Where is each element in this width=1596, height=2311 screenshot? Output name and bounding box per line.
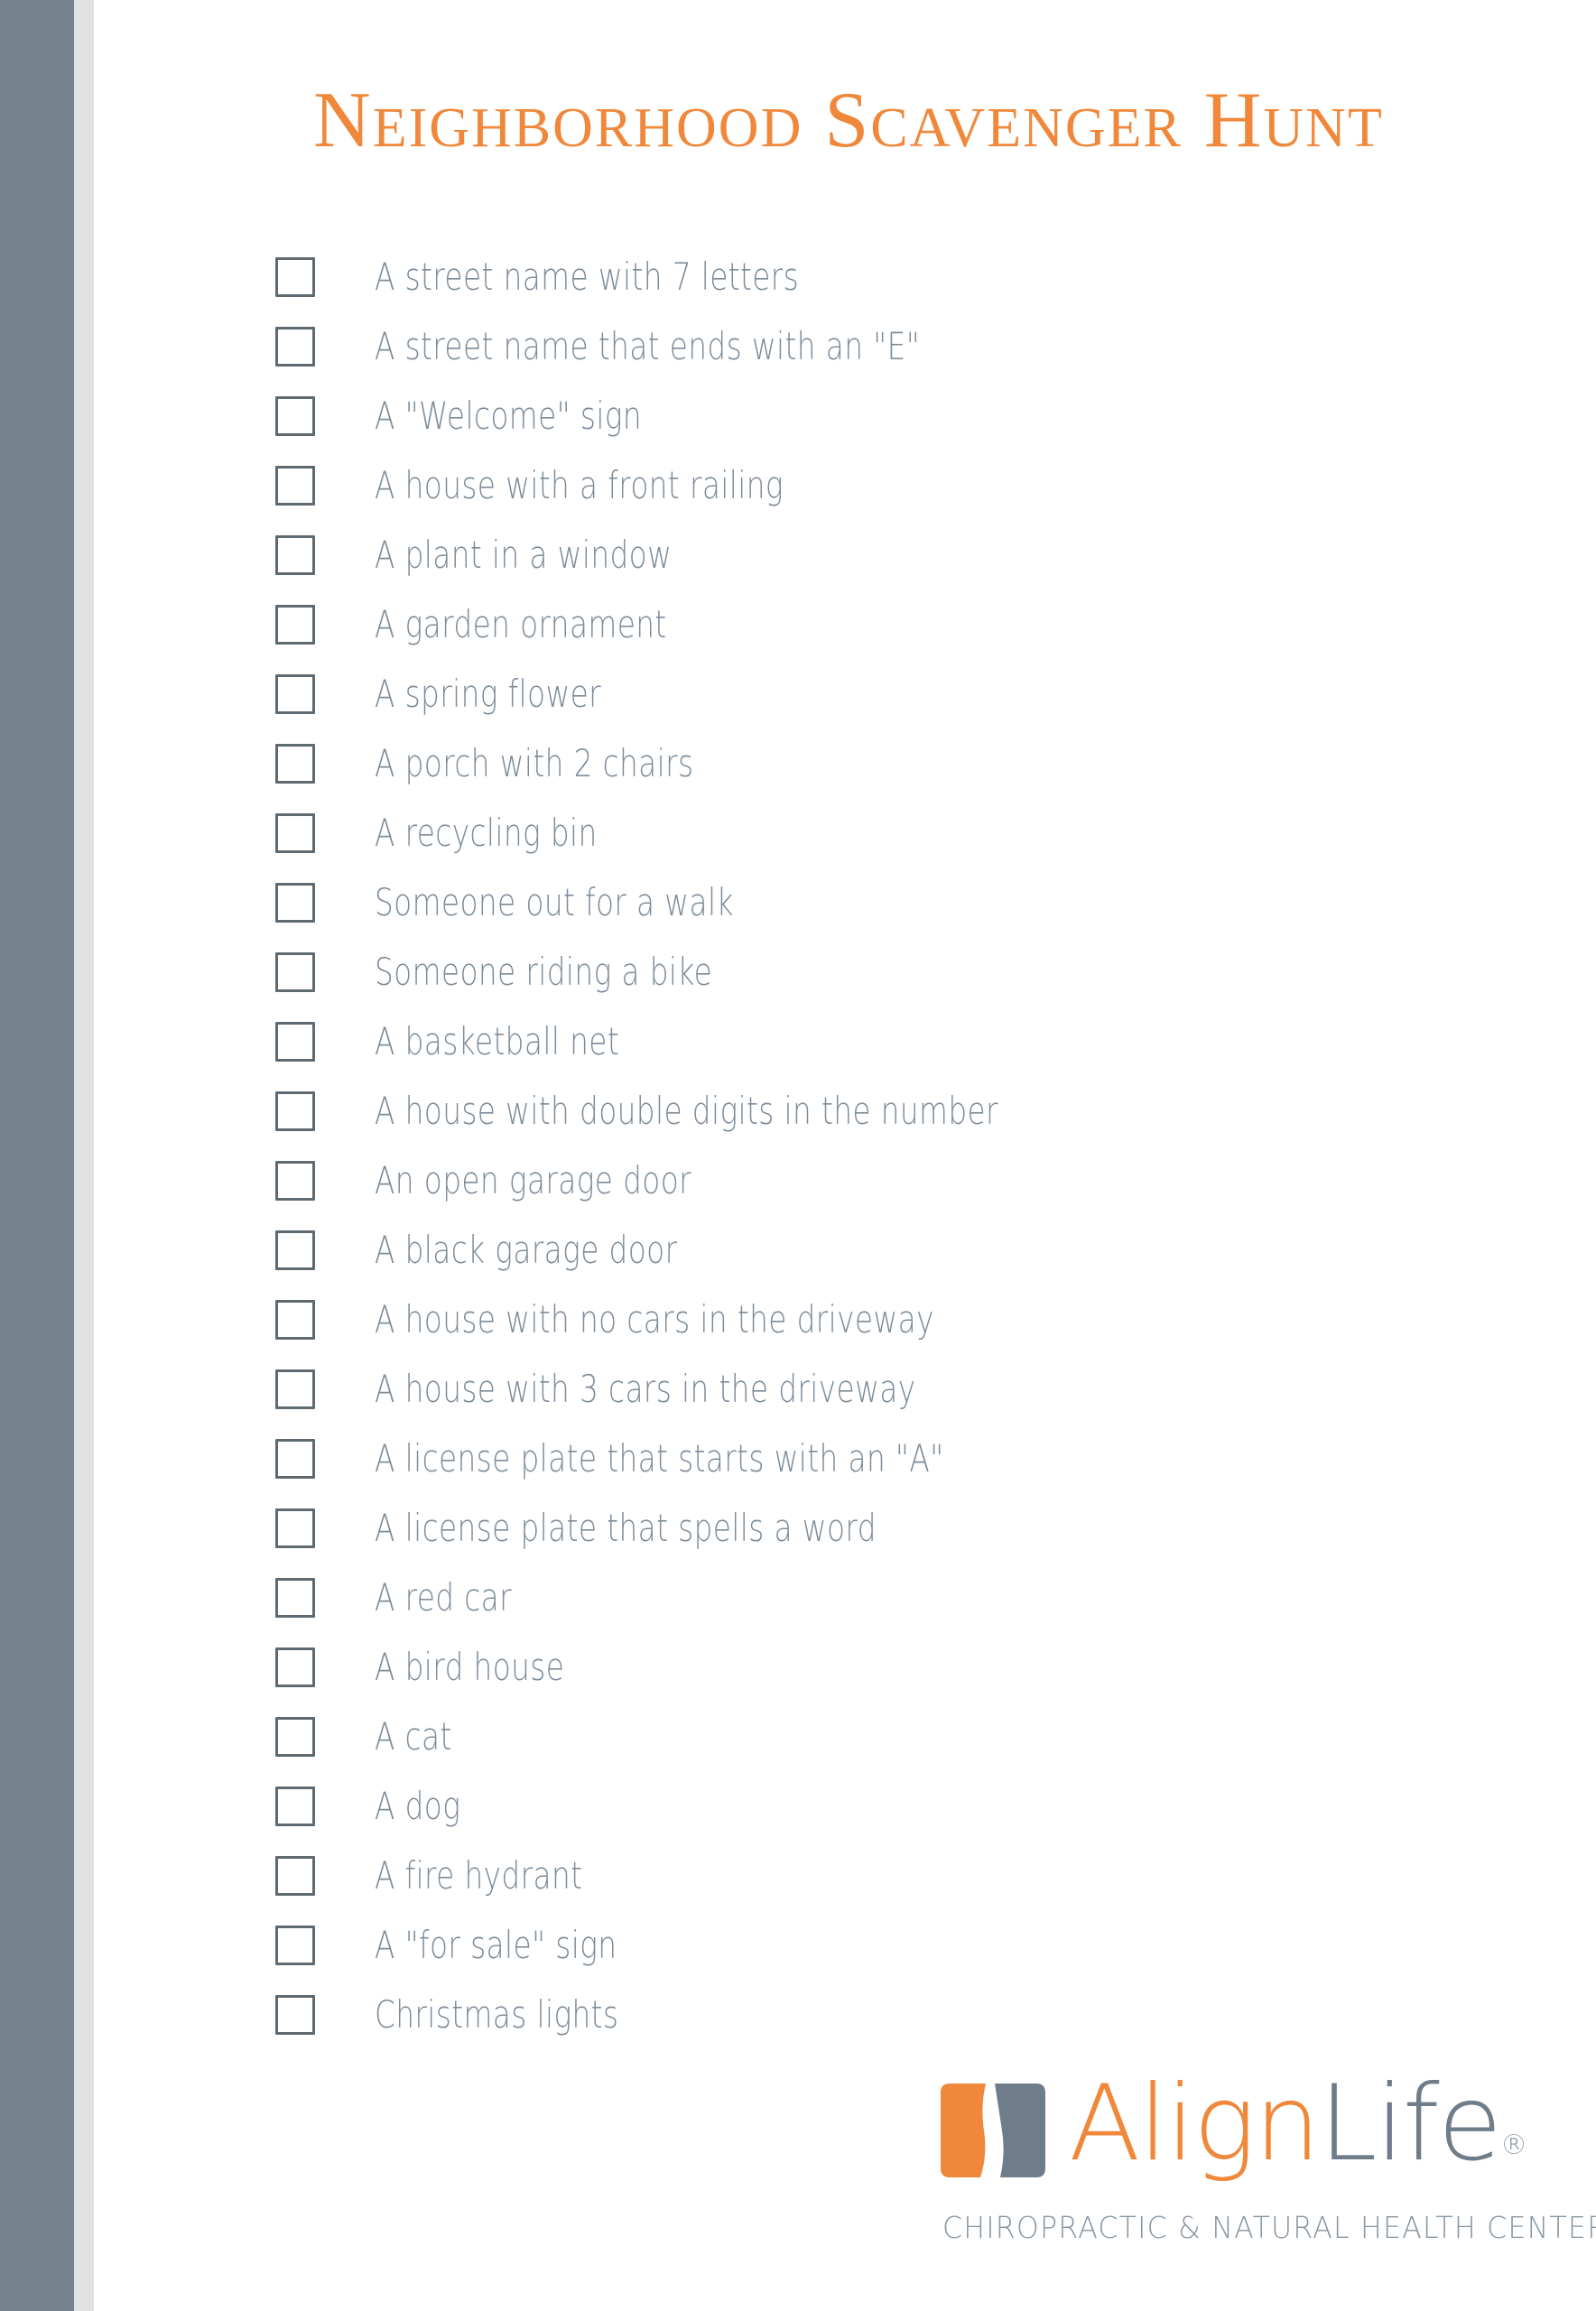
document-page: Neighborhood Scavenger Hunt A street nam… [0,0,1596,2311]
alignlife-mark-icon [939,2082,1049,2179]
checklist-item-label: A house with a front railing [375,462,784,507]
checklist-row[interactable]: A red car [275,1563,1521,1632]
checklist-row[interactable]: A street name with 7 letters [275,242,1521,311]
checklist-item-label: A house with double digits in the number [375,1088,998,1133]
checkbox-icon[interactable] [275,1855,315,1896]
checklist-row[interactable]: A house with a front railing [275,450,1521,520]
checklist-row[interactable]: Someone riding a bike [275,937,1521,1007]
checkbox-icon[interactable] [275,1577,315,1618]
checkbox-icon[interactable] [275,1091,315,1131]
checkbox-icon[interactable] [275,1994,315,2035]
checklist-item-label: A recycling bin [375,810,598,855]
checkbox-icon[interactable] [275,1369,315,1409]
checklist-row[interactable]: A license plate that starts with an "A" [275,1424,1521,1493]
checkbox-icon[interactable] [275,534,315,575]
checklist-item-label: A spring flower [375,671,602,716]
checklist-item-label: Someone out for a walk [375,879,734,924]
checklist-row[interactable]: A porch with 2 chairs [275,729,1521,798]
checkbox-icon[interactable] [275,882,315,923]
checklist-row[interactable]: A fire hydrant [275,1841,1521,1910]
checkbox-icon[interactable] [275,604,315,645]
checkbox-icon[interactable] [275,465,315,506]
checklist-item-label: A street name that ends with an "E" [375,323,921,368]
checklist-row[interactable]: A dog [275,1771,1521,1841]
checklist-item-label: A "for sale" sign [375,1922,617,1967]
checklist-item-label: A license plate that spells a word [375,1505,877,1550]
alignlife-logo: AlignLife® CHIROPRACTIC & NATURAL HEALTH… [939,2072,1596,2245]
checklist-item-label: A fire hydrant [375,1852,583,1898]
checklist-row[interactable]: A recycling bin [275,798,1521,868]
registered-trademark-icon: ® [1500,2130,1528,2161]
checkbox-icon[interactable] [275,1438,315,1479]
checklist-item-label: A license plate that starts with an "A" [375,1435,944,1480]
checkbox-icon[interactable] [275,951,315,992]
left-sidebar-band [0,0,74,2311]
checklist-row[interactable]: A street name that ends with an "E" [275,311,1521,381]
checklist-item-label: A street name with 7 letters [375,254,800,299]
checkbox-icon[interactable] [275,1786,315,1826]
checklist-item-label: A dog [375,1783,461,1828]
checkbox-icon[interactable] [275,1716,315,1757]
checkbox-icon[interactable] [275,256,315,297]
checklist-row[interactable]: A bird house [275,1632,1521,1702]
checklist-item-label: A porch with 2 chairs [375,740,694,785]
checklist-item-label: A basketball net [375,1018,620,1063]
checklist-item-label: A house with 3 cars in the driveway [375,1366,916,1411]
checkbox-icon[interactable] [275,1925,315,1965]
logo-wordmark: AlignLife® [1069,2072,1528,2176]
checklist-item-label: A house with no cars in the driveway [375,1296,934,1341]
checklist-item-label: A red car [375,1574,513,1620]
checkbox-icon[interactable] [275,326,315,367]
checklist-row[interactable]: A garden ornament [275,589,1521,659]
checklist-row[interactable]: A house with no cars in the driveway [275,1285,1521,1354]
checklist-row[interactable]: A basketball net [275,1007,1521,1076]
checkbox-icon[interactable] [275,1299,315,1340]
checklist-item-label: Someone riding a bike [375,949,713,994]
checkbox-icon[interactable] [275,812,315,853]
checklist-item-label: A bird house [375,1644,565,1689]
checkbox-icon[interactable] [275,1160,315,1201]
checklist-row[interactable]: A spring flower [275,659,1521,729]
checklist-item-label: A black garage door [375,1227,678,1272]
left-sidebar-light-band [74,0,94,2311]
checkbox-icon[interactable] [275,1647,315,1687]
checklist-row[interactable]: A house with 3 cars in the driveway [275,1354,1521,1424]
checklist-row[interactable]: A house with double digits in the number [275,1076,1521,1146]
checklist-row[interactable]: A black garage door [275,1215,1521,1285]
checklist-item-label: Christmas lights [375,1991,619,2037]
checkbox-icon[interactable] [275,673,315,714]
checklist-row[interactable]: A license plate that spells a word [275,1493,1521,1563]
checkbox-icon[interactable] [275,1508,315,1548]
checklist-row[interactable]: A "for sale" sign [275,1910,1521,1980]
checklist-item-label: A garden ornament [375,601,667,646]
checkbox-icon[interactable] [275,743,315,784]
checklist-item-label: A "Welcome" sign [375,393,643,438]
checklist-item-label: A plant in a window [375,532,673,577]
checklist-row[interactable]: An open garage door [275,1146,1521,1215]
checklist-row[interactable]: A plant in a window [275,520,1521,589]
logo-row: AlignLife® [939,2072,1571,2199]
checkbox-icon[interactable] [275,395,315,436]
checklist-row[interactable]: A cat [275,1702,1521,1771]
checkbox-icon[interactable] [275,1230,315,1270]
checklist-row[interactable]: Someone out for a walk [275,868,1521,937]
checklist-row[interactable]: Christmas lights [275,1980,1521,2049]
checklist-item-label: A cat [375,1713,452,1759]
checklist-row[interactable]: A "Welcome" sign [275,381,1521,450]
checklist-item-label: An open garage door [375,1157,692,1202]
logo-word-align: Align [1069,2063,1321,2185]
page-title: Neighborhood Scavenger Hunt [313,77,1384,164]
logo-word-life: Life [1318,2063,1502,2185]
logo-tagline: CHIROPRACTIC & NATURAL HEALTH CENTER [942,2210,1596,2245]
checkbox-icon[interactable] [275,1021,315,1062]
scavenger-hunt-checklist: A street name with 7 letters A street nam… [275,242,1521,2049]
